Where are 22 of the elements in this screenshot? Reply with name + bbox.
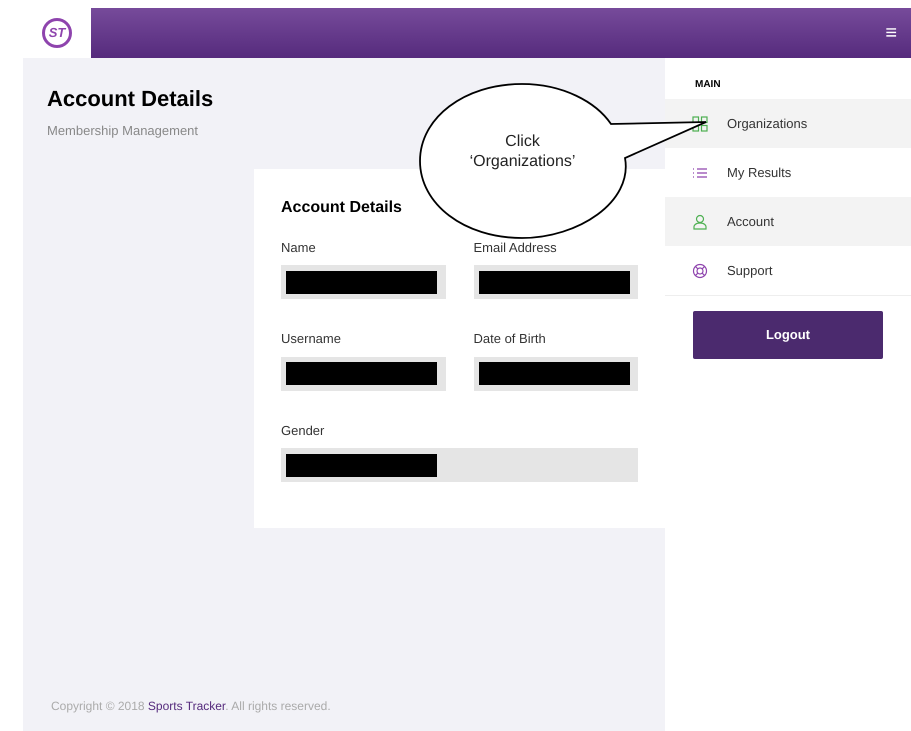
callout-text: Click ‘Organizations’ (468, 132, 576, 172)
page-subtitle: Membership Management (47, 122, 198, 140)
input-field[interactable] (281, 448, 638, 482)
input-field[interactable] (474, 265, 638, 299)
menu-button[interactable]: ≡ (885, 23, 897, 43)
field-label: Username (281, 330, 342, 348)
page-title: Account Details (47, 85, 214, 113)
logout-button[interactable]: Logout (693, 311, 883, 359)
sidebar-item[interactable]: Account (665, 197, 911, 246)
copyright-text: Copyright © 2018 Sports Tracker. All rights reserved. (51, 699, 331, 713)
logo[interactable]: ST (42, 18, 72, 48)
input-field[interactable] (281, 265, 446, 299)
field-label: Gender (281, 422, 326, 440)
input-field[interactable] (281, 356, 446, 390)
input-field[interactable] (474, 356, 638, 390)
field-label: Date of Birth (474, 330, 547, 348)
card-title: Account Details (281, 198, 403, 218)
sidebar-item[interactable]: Organizations (665, 99, 911, 148)
field-label: Email Address (474, 238, 558, 256)
section-heading: MAIN (694, 78, 722, 92)
field-label: Name (281, 238, 317, 256)
company-link[interactable]: Sports Tracker (148, 699, 226, 713)
